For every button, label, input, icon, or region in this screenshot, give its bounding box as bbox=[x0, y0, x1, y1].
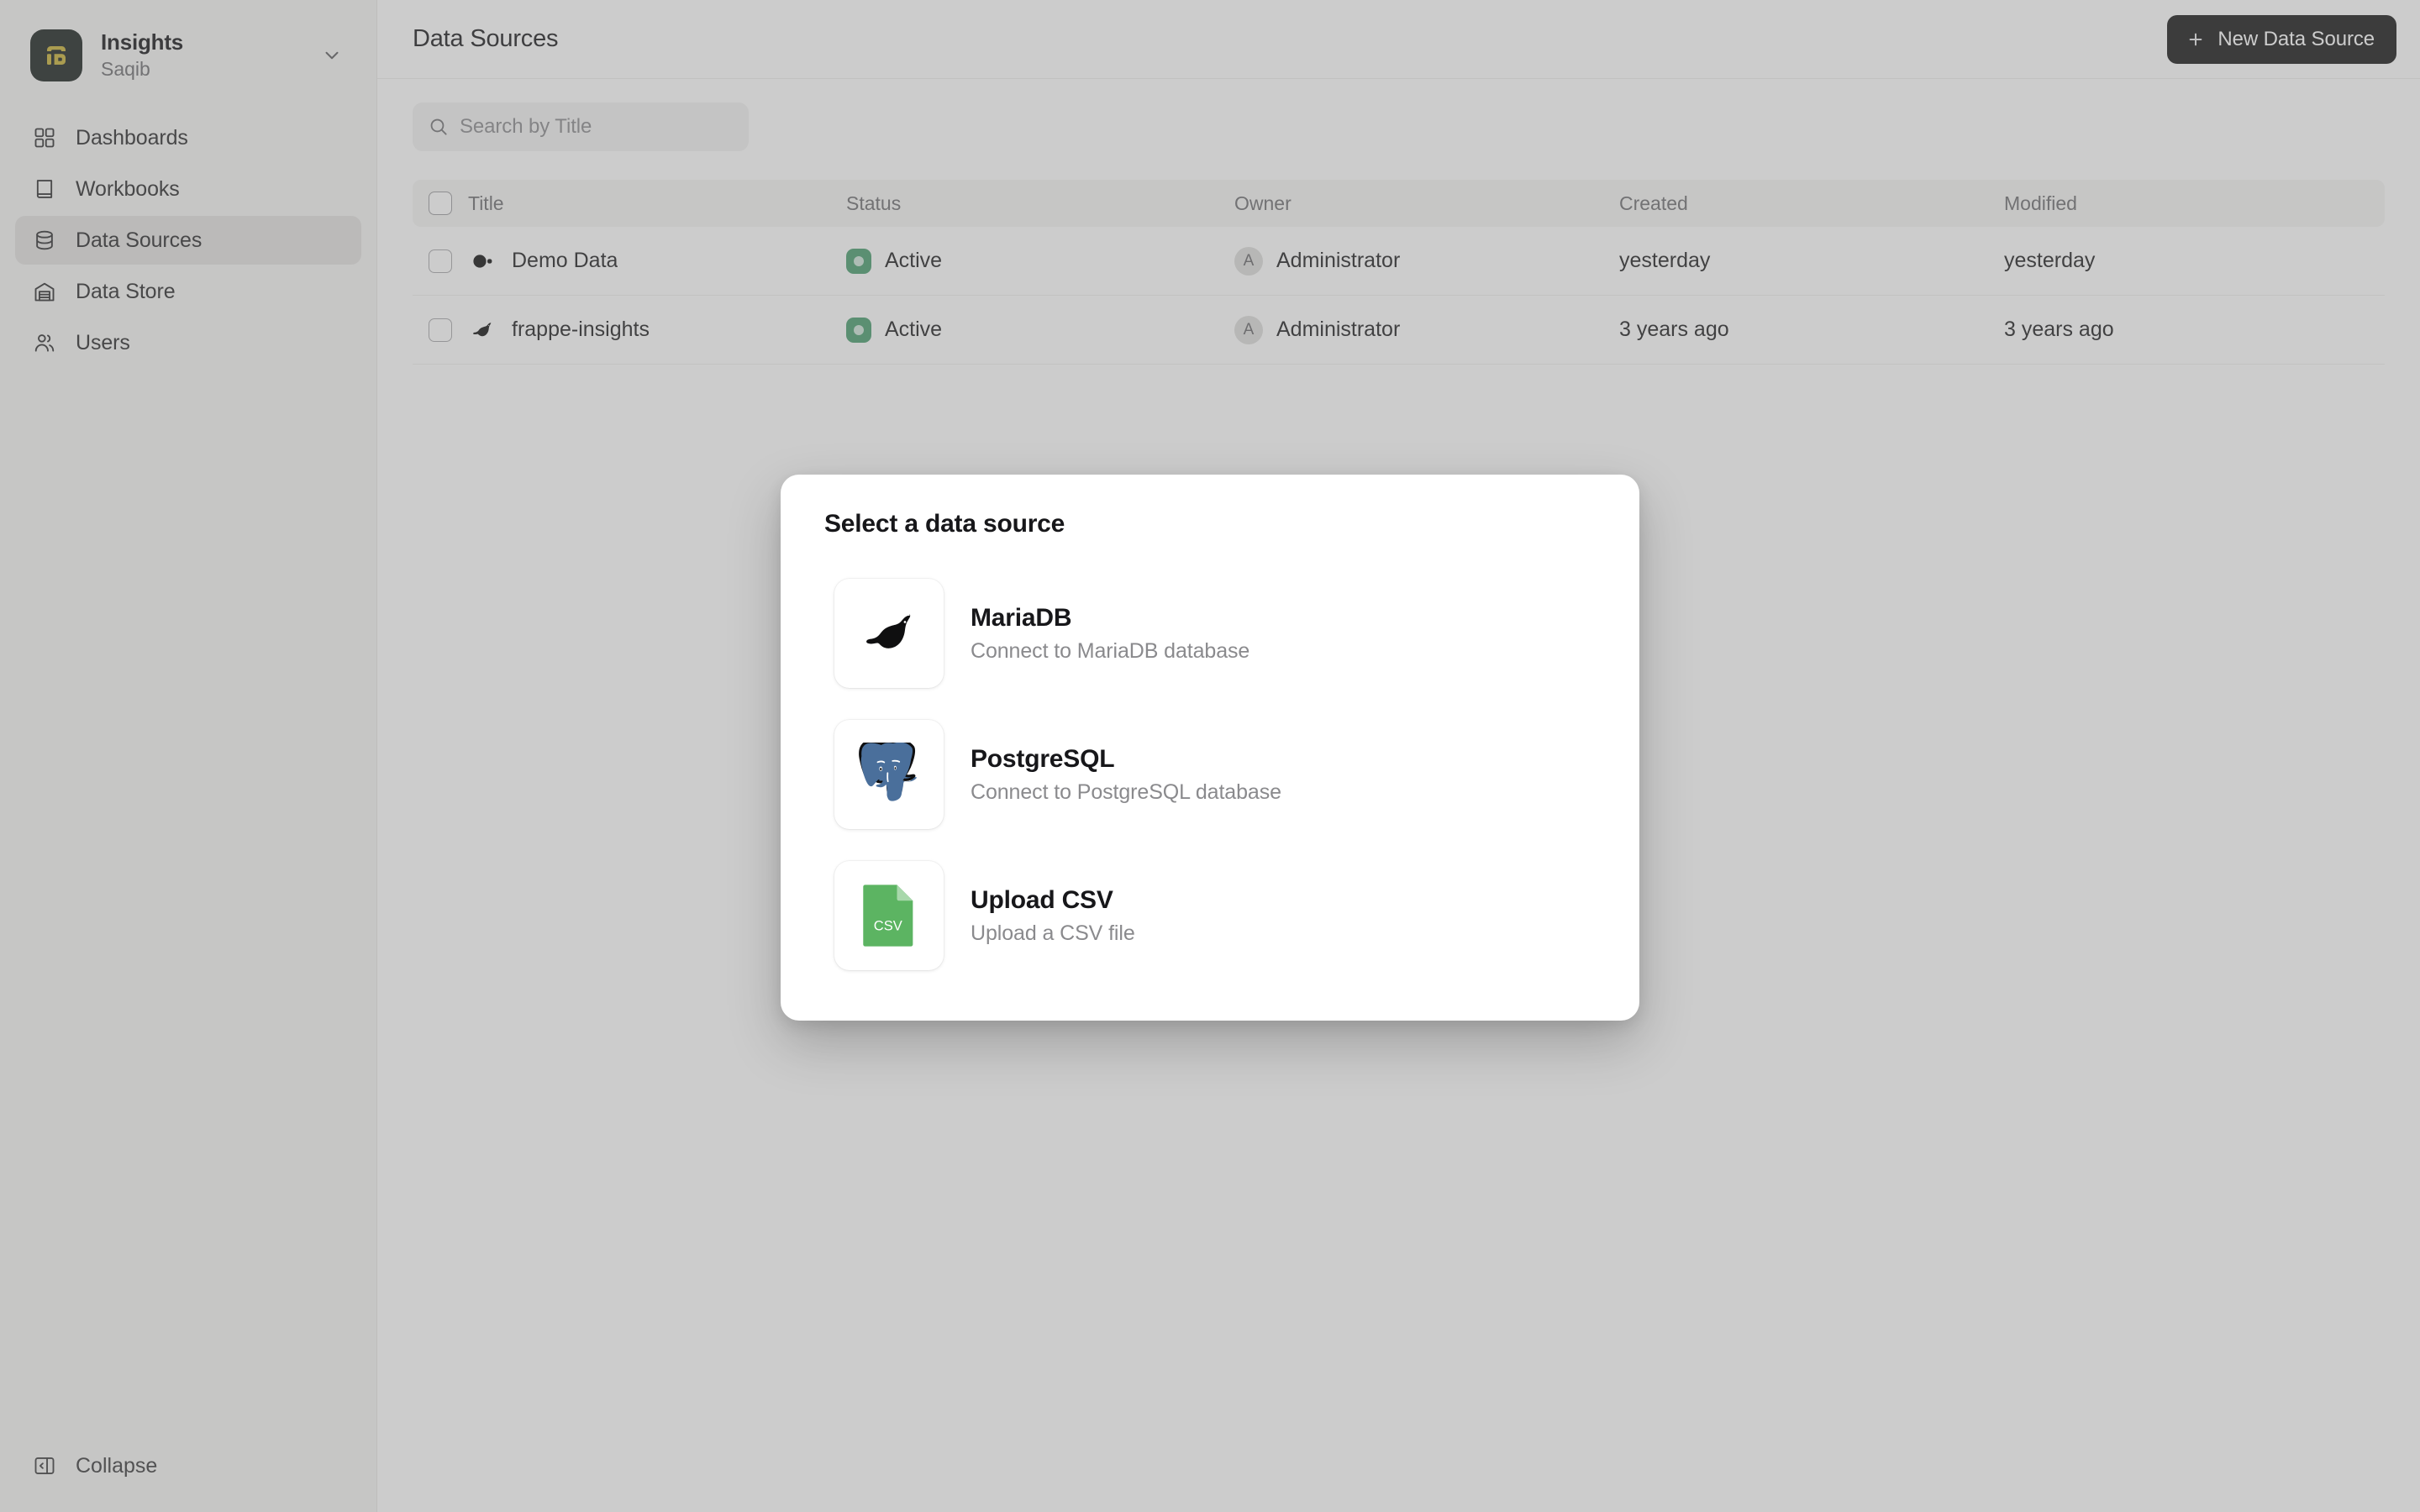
option-description: Connect to PostgreSQL database bbox=[971, 780, 1281, 804]
option-description: Upload a CSV file bbox=[971, 921, 1135, 945]
option-text: PostgreSQL Connect to PostgreSQL databas… bbox=[971, 745, 1281, 805]
modal-overlay[interactable]: Select a data source MariaDB Connect to … bbox=[0, 0, 2420, 1512]
data-source-option-mariadb[interactable]: MariaDB Connect to MariaDB database bbox=[824, 567, 1602, 700]
csv-file-icon: CSV bbox=[834, 861, 944, 970]
data-source-option-list: MariaDB Connect to MariaDB database Post… bbox=[824, 567, 1602, 982]
postgresql-elephant-icon bbox=[834, 720, 944, 829]
select-data-source-dialog: Select a data source MariaDB Connect to … bbox=[781, 475, 1639, 1021]
option-description: Connect to MariaDB database bbox=[971, 638, 1250, 663]
option-text: Upload CSV Upload a CSV file bbox=[971, 886, 1135, 946]
data-source-option-upload-csv[interactable]: CSV Upload CSV Upload a CSV file bbox=[824, 849, 1602, 982]
svg-text:CSV: CSV bbox=[874, 918, 902, 934]
dialog-title: Select a data source bbox=[824, 510, 1065, 538]
data-source-option-postgresql[interactable]: PostgreSQL Connect to PostgreSQL databas… bbox=[824, 708, 1602, 841]
option-name: MariaDB bbox=[971, 603, 1072, 632]
app-root: Insights Saqib Dashboards Workbooks Data… bbox=[0, 0, 2420, 1512]
option-name: Upload CSV bbox=[971, 885, 1113, 914]
option-text: MariaDB Connect to MariaDB database bbox=[971, 604, 1249, 664]
option-name: PostgreSQL bbox=[971, 744, 1115, 773]
mariadb-seal-icon bbox=[834, 579, 944, 688]
